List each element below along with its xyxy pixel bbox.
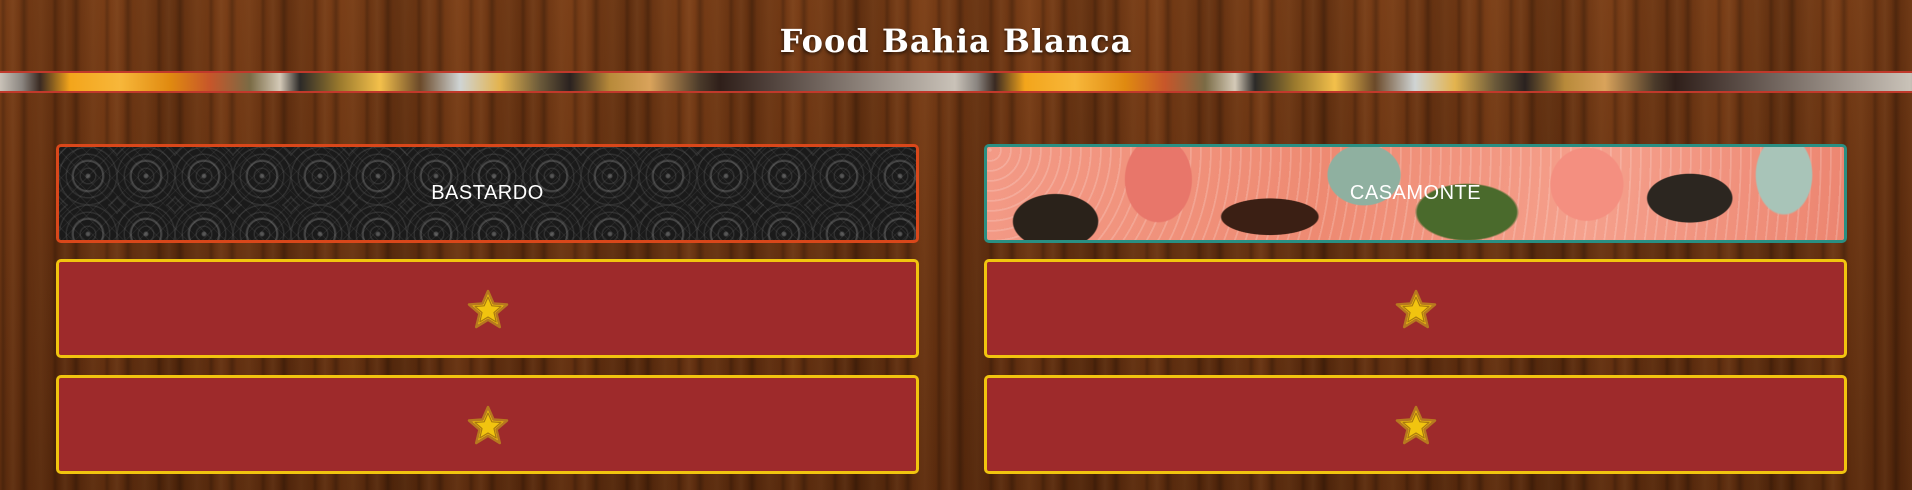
rating-card[interactable] [984,375,1847,474]
food-collage-banner [0,71,1912,93]
rating-card[interactable] [56,375,919,474]
rating-card[interactable] [56,259,919,358]
rating-card[interactable] [984,259,1847,358]
restaurant-card-bastardo[interactable]: BASTARDO [56,144,919,243]
restaurant-name-label: BASTARDO [431,182,544,204]
star-icon [1395,289,1437,329]
page-title: Food Bahia Blanca [779,22,1133,60]
restaurant-card-casamonte[interactable]: CASAMONTE [984,144,1847,243]
restaurant-name-label: CASAMONTE [1349,182,1482,204]
star-icon [467,405,509,445]
star-icon [467,289,509,329]
star-icon [1395,405,1437,445]
